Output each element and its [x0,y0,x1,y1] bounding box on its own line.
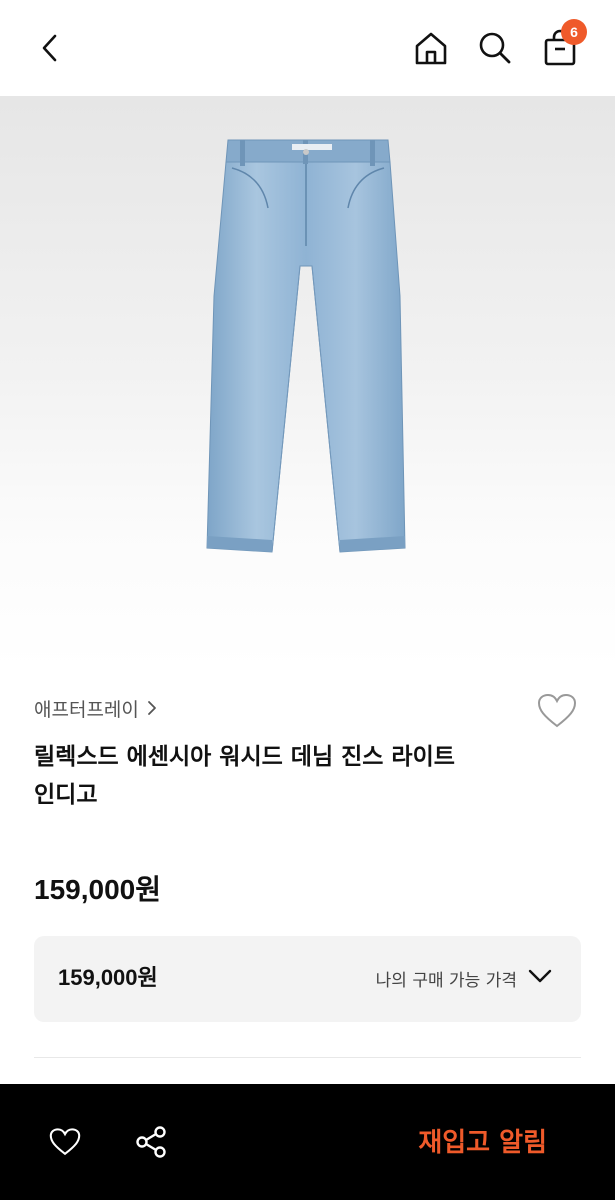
jeans-image [206,139,406,553]
product-price: 159,000원 [34,874,161,905]
home-button[interactable] [410,26,452,70]
search-button[interactable] [474,26,516,70]
brand-link[interactable]: 애프터프레이 [34,690,157,726]
heart-icon [49,1128,81,1156]
chevron-right-icon [147,701,156,715]
product-title-line1: 릴렉스드 에센시아 워시드 데님 진스 라이트 [34,744,455,770]
share-button[interactable] [130,1122,172,1162]
share-icon [136,1126,166,1158]
brand-name: 애프터프레이 [34,698,139,721]
my-price-value: 159,000원 [58,965,158,990]
heart-icon [537,693,577,728]
home-icon [415,32,447,65]
wishlist-button[interactable] [536,692,578,734]
back-button[interactable] [30,26,70,70]
chevron-left-icon [42,34,57,62]
product-title-line2: 인디고 [34,782,98,808]
bottom-wishlist-button[interactable] [44,1122,86,1162]
search-icon [479,32,511,64]
my-price-dropdown[interactable]: 159,000원 나의 구매 가능 가격 [34,936,581,1022]
top-bar: 6 [0,0,615,96]
chevron-down-icon [528,969,552,983]
product-title: 릴렉스드 에센시아 워시드 데님 진스 라이트 인디고 [34,738,554,814]
cart-count-badge: 6 [561,19,587,45]
my-price-label: 나의 구매 가능 가격 [375,971,517,991]
restock-alert-button[interactable]: 재입고 알림 [418,1122,547,1159]
divider [34,1057,581,1058]
product-image[interactable] [0,96,615,670]
